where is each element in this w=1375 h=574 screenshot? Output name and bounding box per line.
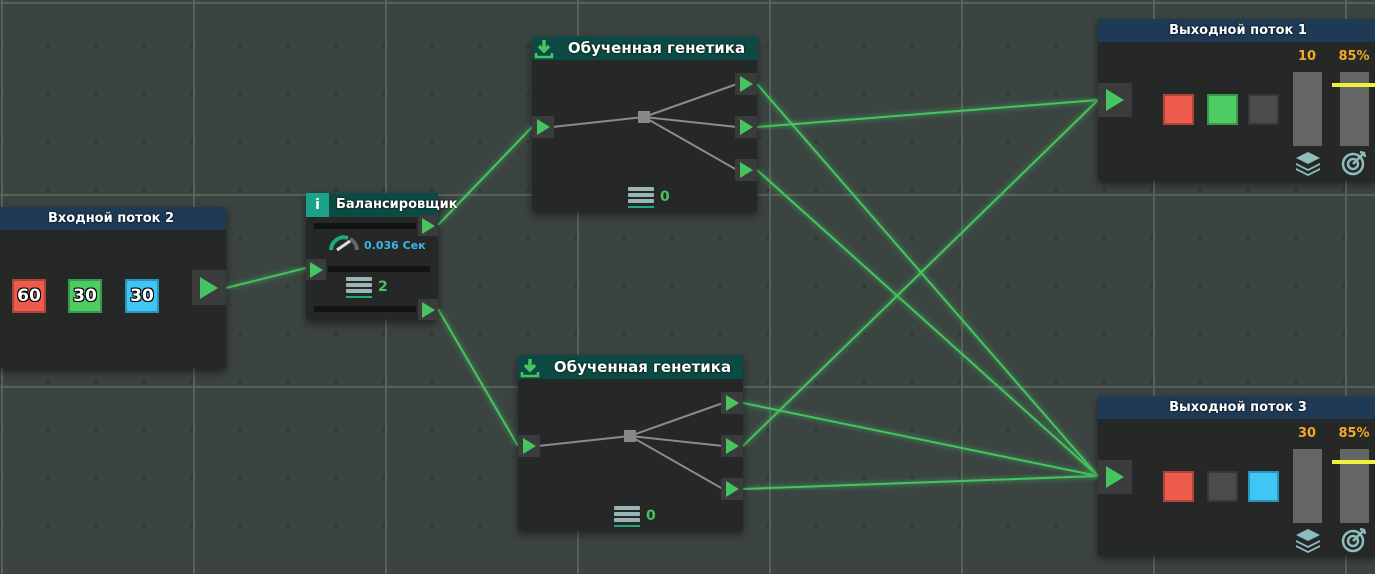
balancer-counter: 2 — [346, 275, 388, 298]
slot-2 — [1207, 471, 1238, 502]
output-node-title: Выходной поток 1 — [1098, 19, 1375, 42]
balancer-speed: 0.036 Сек — [364, 239, 426, 252]
count-bar — [1293, 72, 1322, 146]
slot-1 — [1163, 94, 1194, 125]
genetics-node-1[interactable]: Обученная генетика 0 — [532, 36, 757, 211]
layers-icon — [1296, 152, 1320, 176]
slot-3 — [1248, 94, 1279, 125]
output-port-1[interactable] — [721, 392, 743, 414]
output-port-3[interactable] — [735, 159, 757, 181]
genetics-counter: 0 — [628, 185, 670, 208]
percent-label: 85% — [1338, 49, 1370, 64]
output-port-2[interactable] — [721, 435, 743, 457]
output-port-1[interactable] — [418, 215, 438, 236]
percent-label: 85% — [1338, 426, 1370, 441]
input-port[interactable] — [1098, 460, 1132, 494]
speedometer-icon — [329, 235, 359, 252]
output-port[interactable] — [192, 270, 226, 305]
output-port-3[interactable] — [721, 478, 743, 500]
input-port[interactable] — [306, 259, 326, 280]
output-port-1[interactable] — [735, 73, 757, 95]
play-icon — [1106, 89, 1124, 111]
input-chip-blue: 30 — [125, 279, 159, 313]
input-chip-red: 60 — [12, 279, 46, 313]
genetics-counter: 0 — [614, 504, 656, 527]
input-port[interactable] — [518, 435, 540, 457]
play-icon — [200, 276, 218, 299]
output-node-title: Выходной поток 3 — [1098, 396, 1375, 419]
input-node-title: Входной поток 2 — [0, 207, 226, 230]
count-label: 30 — [1297, 426, 1317, 441]
server-icon — [628, 185, 654, 208]
server-icon — [614, 504, 640, 527]
info-icon[interactable]: i — [306, 193, 329, 217]
server-icon — [346, 275, 372, 298]
slot-1 — [1163, 471, 1194, 502]
input-port[interactable] — [532, 116, 554, 138]
play-icon — [1106, 466, 1124, 488]
input-node[interactable]: Входной поток 2 60 30 30 — [0, 207, 226, 368]
slot-2 — [1207, 94, 1238, 125]
output-node-1[interactable]: Выходной поток 1 10 85% — [1098, 19, 1375, 180]
threshold-line[interactable] — [1332, 82, 1375, 87]
threshold-line[interactable] — [1332, 459, 1375, 464]
count-label: 10 — [1297, 49, 1317, 64]
target-icon — [1341, 527, 1367, 553]
input-port[interactable] — [1098, 83, 1132, 117]
output-port-2[interactable] — [735, 116, 757, 138]
output-port-2[interactable] — [418, 299, 438, 320]
genetics-node-2[interactable]: Обученная генетика 0 — [518, 355, 743, 530]
input-chip-green: 30 — [68, 279, 102, 313]
layers-icon — [1296, 529, 1320, 553]
balancer-node[interactable]: Балансировщик i 0.036 Сек 2 — [306, 193, 458, 320]
slot-3 — [1248, 471, 1279, 502]
target-icon — [1341, 150, 1367, 176]
count-bar — [1293, 449, 1322, 523]
output-node-3[interactable]: Выходной поток 3 30 85% — [1098, 396, 1375, 555]
